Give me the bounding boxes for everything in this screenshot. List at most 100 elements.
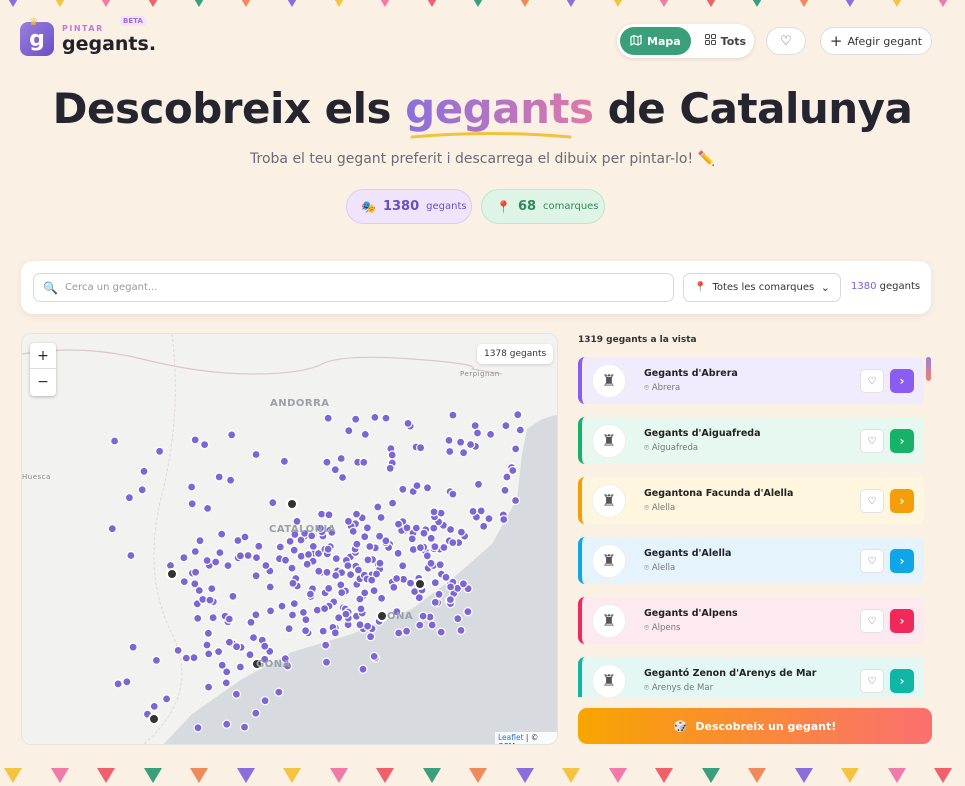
gegant-marker[interactable] [445,446,455,457]
gegant-marker[interactable] [343,516,353,526]
gegant-marker[interactable] [217,529,227,539]
gegant-marker[interactable] [435,560,445,570]
gegant-marker[interactable] [479,521,489,531]
gegant-marker[interactable] [499,514,509,525]
gegant-marker[interactable] [246,617,256,627]
gegant-marker[interactable] [398,561,408,571]
gegant-marker[interactable] [181,653,191,663]
gegant-marker[interactable] [266,606,276,616]
gegant-marker[interactable] [463,607,473,617]
gegant-marker[interactable] [411,523,421,533]
gegant-marker[interactable] [352,539,362,549]
gegant-marker[interactable] [427,620,437,630]
gegant-marker[interactable] [459,448,469,458]
gegant-marker[interactable] [251,449,261,460]
gegant-marker[interactable] [323,544,333,554]
gegant-marker[interactable] [456,625,466,635]
gegant-marker[interactable] [515,425,525,435]
gegant-marker[interactable] [214,472,224,482]
gegant-marker[interactable] [373,502,383,512]
gegant-marker[interactable] [356,604,366,614]
open-button[interactable]: › [890,549,914,573]
gegant-marker[interactable] [193,723,203,733]
gegant-marker[interactable] [360,429,370,440]
list-item[interactable]: ♜ Gegants d'Alpens ⌾ Alpens ♡ › [578,597,924,644]
gegant-marker[interactable] [204,649,214,659]
gegant-marker[interactable] [288,578,298,588]
gegant-marker[interactable] [202,555,212,566]
gegant-marker[interactable] [422,551,432,561]
gegant-marker[interactable] [279,456,289,466]
gegant-marker[interactable] [336,453,346,464]
gegant-marker[interactable] [341,609,351,619]
gegant-marker[interactable] [363,555,373,565]
gegant-marker[interactable] [445,595,455,605]
gegant-marker[interactable] [366,632,376,642]
gegant-marker[interactable] [321,657,332,667]
gegant-marker[interactable] [221,678,231,688]
gegant-marker[interactable] [162,694,172,704]
gegant-marker[interactable] [155,446,165,456]
gegant-marker[interactable] [330,465,340,475]
gegant-marker[interactable] [402,626,412,636]
favorites-button[interactable]: ♡ [766,27,806,55]
gegant-marker[interactable] [222,719,232,729]
map-canvas[interactable] [22,334,558,745]
gegant-marker[interactable] [260,641,270,651]
gegant-marker[interactable] [208,613,218,623]
gegant-marker[interactable] [456,437,466,447]
gegant-marker[interactable] [412,481,422,491]
gegant-marker[interactable] [289,545,299,555]
gegant-marker[interactable] [394,628,404,638]
open-button[interactable]: › [890,489,914,513]
gegant-marker[interactable] [343,561,353,571]
zoom-in-button[interactable]: + [30,343,56,369]
gegant-marker[interactable] [415,620,425,630]
gegant-marker[interactable] [203,503,213,513]
gegant-marker[interactable] [422,483,433,493]
gegant-marker[interactable] [251,553,262,563]
cluster-marker[interactable] [166,568,178,580]
gegant-marker[interactable] [365,541,375,552]
gegant-marker[interactable] [261,560,271,571]
gegant-marker[interactable] [403,418,413,429]
favorite-button[interactable]: ♡ [860,609,884,633]
gegant-marker[interactable] [231,689,241,699]
list-scrollbar[interactable] [926,357,931,381]
favorite-button[interactable]: ♡ [860,549,884,573]
gegant-marker[interactable] [195,536,205,546]
gegant-marker[interactable] [348,526,358,536]
list-item[interactable]: ♜ Gegants d'Abrera ⌾ Abrera ♡ › [578,357,924,404]
gegant-marker[interactable] [228,591,238,601]
gegant-marker[interactable] [251,708,261,718]
gegant-marker[interactable] [456,527,466,537]
gegant-marker[interactable] [107,524,117,534]
gegant-marker[interactable] [260,696,270,706]
gegant-marker[interactable] [204,682,214,692]
gegant-marker[interactable] [446,582,456,592]
list-item[interactable]: ♜ Gegantó Zenon d'Arenys de Mar ⌾ Arenys d… [578,657,924,697]
gegant-marker[interactable] [284,624,294,634]
gegant-marker[interactable] [369,651,379,661]
gegant-marker[interactable] [392,573,402,584]
gegant-marker[interactable] [190,435,200,445]
gegant-marker[interactable] [511,444,521,454]
gegant-marker[interactable] [331,570,341,581]
brand-logo[interactable]: ♛ g PINTAR gegants. [20,17,156,56]
gegant-marker[interactable] [502,472,512,482]
gegant-marker[interactable] [508,465,518,476]
gegant-marker[interactable] [223,561,233,571]
gegant-marker[interactable] [193,613,203,623]
gegant-marker[interactable] [149,701,159,711]
gegant-marker[interactable] [501,421,511,431]
open-button[interactable]: › [890,429,914,453]
gegant-marker[interactable] [245,650,255,660]
map-view[interactable]: + − 1378 gegants ANDORRA CATALONIA Huesc… [21,333,558,745]
gegant-marker[interactable] [151,655,161,665]
gegant-marker[interactable] [321,640,331,650]
gegant-marker[interactable] [314,566,324,576]
gegant-marker[interactable] [235,551,245,561]
gegant-marker[interactable] [430,542,440,552]
gegant-marker[interactable] [122,677,132,687]
gegant-marker[interactable] [415,543,425,553]
